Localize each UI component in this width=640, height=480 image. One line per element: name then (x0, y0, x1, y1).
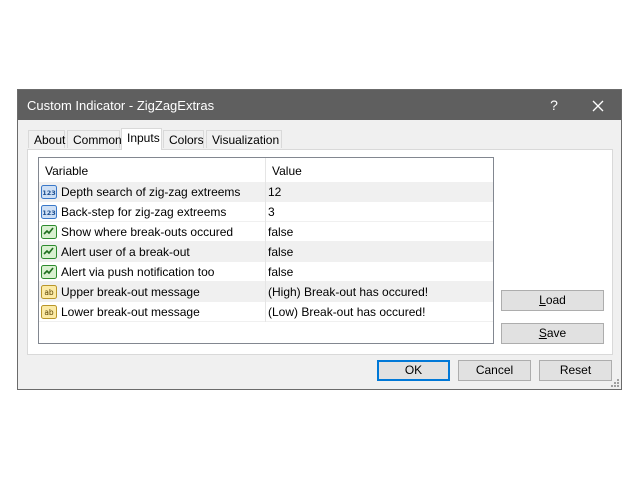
inputs-panel: Variable Value 123 Depth search of zig-z… (27, 149, 613, 355)
column-divider (265, 282, 266, 302)
ok-button[interactable]: OK (377, 360, 450, 381)
table-row[interactable]: ab Upper break-out message (High) Break-… (39, 282, 493, 302)
title-bar[interactable]: Custom Indicator - ZigZagExtras ? (18, 90, 621, 120)
row-variable: Back-step for zig-zag extreems (61, 205, 227, 219)
svg-text:123: 123 (42, 209, 56, 217)
row-variable: Alert via push notification too (61, 265, 215, 279)
row-value[interactable]: (High) Break-out has occured! (268, 285, 428, 299)
close-button[interactable] (576, 90, 620, 120)
cancel-button[interactable]: Cancel (458, 360, 531, 381)
column-divider (265, 302, 266, 322)
table-row[interactable]: Show where break-outs occured false (39, 222, 493, 242)
custom-indicator-dialog: Custom Indicator - ZigZagExtras ? About … (17, 89, 622, 390)
table-row[interactable]: Alert user of a break-out false (39, 242, 493, 262)
window-title: Custom Indicator - ZigZagExtras (27, 98, 215, 113)
reset-button[interactable]: Reset (539, 360, 612, 381)
row-value[interactable]: 12 (268, 185, 281, 199)
tab-visualization[interactable]: Visualization (206, 130, 282, 148)
save-mnemonic: S (538, 326, 547, 340)
row-value[interactable]: (Low) Break-out has occured! (268, 305, 425, 319)
row-variable: Lower break-out message (61, 305, 200, 319)
column-divider (265, 202, 266, 222)
column-header-variable[interactable]: Variable (45, 164, 88, 178)
tab-about[interactable]: About (28, 130, 65, 148)
inputs-table[interactable]: Variable Value 123 Depth search of zig-z… (38, 157, 494, 344)
row-value[interactable]: 3 (268, 205, 275, 219)
boolean-icon (41, 265, 57, 279)
table-row[interactable]: ab Lower break-out message (Low) Break-o… (39, 302, 493, 322)
close-icon (592, 100, 604, 112)
string-icon: ab (41, 305, 57, 319)
tab-common[interactable]: Common (67, 130, 122, 148)
table-row[interactable]: 123 Back-step for zig-zag extreems 3 (39, 202, 493, 222)
column-divider (265, 262, 266, 282)
row-value[interactable]: false (268, 245, 293, 259)
row-variable: Alert user of a break-out (61, 245, 190, 259)
column-divider (265, 242, 266, 262)
svg-text:123: 123 (42, 189, 56, 197)
load-label: oad (545, 293, 566, 307)
boolean-icon (41, 245, 57, 259)
svg-text:ab: ab (44, 308, 54, 317)
help-button[interactable]: ? (532, 90, 576, 120)
row-variable: Depth search of zig-zag extreems (61, 185, 241, 199)
column-divider (265, 182, 266, 202)
table-header: Variable Value (39, 158, 493, 182)
integer-icon: 123 (41, 205, 57, 219)
tab-inputs[interactable]: Inputs (121, 128, 162, 150)
row-value[interactable]: false (268, 265, 293, 279)
column-divider[interactable] (265, 158, 266, 182)
column-header-value[interactable]: Value (272, 164, 302, 178)
string-icon: ab (41, 285, 57, 299)
row-value[interactable]: false (268, 225, 293, 239)
resize-grip-icon[interactable] (611, 379, 619, 387)
column-divider (265, 222, 266, 242)
boolean-icon (41, 225, 57, 239)
integer-icon: 123 (41, 185, 57, 199)
row-variable: Show where break-outs occured (61, 225, 234, 239)
save-label: ave (546, 326, 567, 340)
table-row[interactable]: Alert via push notification too false (39, 262, 493, 282)
table-row[interactable]: 123 Depth search of zig-zag extreems 12 (39, 182, 493, 202)
tab-colors[interactable]: Colors (163, 130, 204, 148)
load-button[interactable]: Load (501, 290, 604, 311)
save-button[interactable]: Save (501, 323, 604, 344)
row-variable: Upper break-out message (61, 285, 200, 299)
load-mnemonic: L (539, 293, 546, 307)
svg-text:ab: ab (44, 288, 54, 297)
